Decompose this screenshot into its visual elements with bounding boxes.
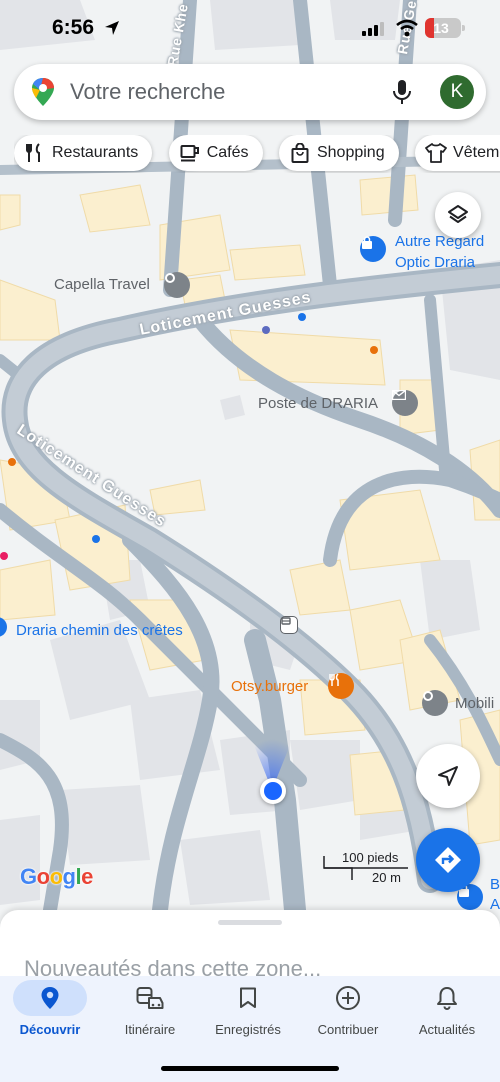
my-location-button[interactable] — [416, 744, 480, 808]
nav-tab-decouvrir[interactable]: Découvrir — [0, 980, 100, 1046]
map-dot — [8, 458, 16, 466]
shopping-pin-icon[interactable] — [360, 236, 386, 262]
chip-vetements[interactable]: Vêteme — [415, 135, 500, 171]
battery-icon: 13 — [425, 18, 465, 38]
account-avatar[interactable]: K — [440, 75, 474, 109]
nav-label: Enregistrés — [215, 1022, 281, 1037]
battery-level: 13 — [433, 20, 449, 36]
restaurant-pin-icon[interactable] — [328, 673, 354, 699]
place-otsy-burger[interactable]: Otsy.burger — [231, 678, 308, 695]
bus-stop-icon[interactable] — [280, 616, 298, 634]
google-maps-pin-icon — [32, 78, 54, 106]
map-dot — [0, 552, 8, 560]
nav-label: Contribuer — [317, 1022, 379, 1037]
user-location-marker[interactable] — [260, 778, 286, 804]
place-b-label[interactable]: B — [490, 876, 500, 893]
category-chips: Restaurants Cafés Shopping Vêteme — [14, 135, 500, 173]
chip-cafes[interactable]: Cafés — [168, 135, 263, 171]
sheet-drag-handle[interactable] — [218, 920, 282, 925]
directions-button[interactable] — [416, 828, 480, 892]
add-circle-icon — [336, 986, 360, 1010]
nav-tab-contribuer[interactable]: Contribuer — [298, 980, 398, 1046]
fork-knife-icon — [24, 142, 46, 164]
map-scale: 100 pieds 20 m — [322, 850, 412, 886]
directions-icon — [435, 847, 461, 873]
nav-tab-enregistres[interactable]: Enregistrés — [198, 980, 298, 1046]
map-dot — [92, 535, 100, 543]
tshirt-icon — [425, 142, 447, 164]
coffee-cup-icon — [179, 142, 201, 164]
bookmark-icon — [240, 987, 256, 1008]
map-dot — [262, 326, 270, 334]
explore-pin-icon — [41, 987, 59, 1009]
chip-label: Shopping — [316, 144, 385, 161]
place-poste-draria[interactable]: Poste de DRARIA — [258, 395, 378, 412]
chip-restaurants[interactable]: Restaurants — [14, 135, 153, 171]
scale-metric: 20 m — [372, 870, 401, 885]
map-dot — [298, 313, 306, 321]
place-draria-chemin[interactable]: Draria chemin des crêtes — [16, 622, 183, 639]
chip-label: Restaurants — [52, 144, 139, 161]
navigation-arrow-icon — [438, 766, 458, 786]
nav-label: Itinéraire — [124, 1022, 176, 1037]
nav-label: Actualités — [418, 1022, 476, 1037]
nav-tab-itineraire[interactable]: Itinéraire — [100, 980, 200, 1046]
commute-icon — [136, 987, 164, 1009]
map-dot — [370, 346, 378, 354]
microphone-icon[interactable] — [388, 78, 416, 106]
place-a-label[interactable]: A — [490, 896, 500, 913]
chip-label: Vêteme — [453, 144, 500, 161]
place-capella-travel[interactable]: Capella Travel — [54, 276, 150, 293]
search-bar[interactable]: Votre recherche K — [14, 64, 486, 120]
scale-imperial: 100 pieds — [342, 850, 399, 865]
travel-pin-icon[interactable] — [164, 272, 190, 298]
chip-label: Cafés — [206, 144, 249, 161]
shopping-bag-icon — [289, 142, 311, 164]
place-pin-icon[interactable] — [422, 690, 448, 716]
cellular-signal-icon — [362, 22, 384, 36]
status-time: 6:56 — [52, 16, 95, 39]
nav-tab-actualites[interactable]: Actualités — [397, 980, 497, 1046]
place-mobili[interactable]: Mobili — [455, 695, 494, 712]
chip-shopping[interactable]: Shopping — [278, 135, 399, 171]
location-arrow-icon — [105, 21, 119, 35]
status-bar: 6:56 13 — [0, 0, 500, 60]
nav-label: Découvrir — [19, 1022, 81, 1037]
search-input[interactable]: Votre recherche — [70, 79, 388, 105]
place-autre-regard[interactable]: Autre Regard — [395, 233, 484, 250]
home-indicator[interactable] — [161, 1066, 339, 1071]
layers-button[interactable] — [435, 192, 481, 238]
layers-icon — [448, 205, 468, 223]
mail-pin-icon[interactable] — [392, 390, 418, 416]
place-optic-draria[interactable]: Optic Draria — [395, 254, 475, 271]
bell-icon — [437, 987, 457, 1010]
wifi-icon — [396, 19, 418, 37]
google-attribution: Google — [20, 864, 93, 889]
